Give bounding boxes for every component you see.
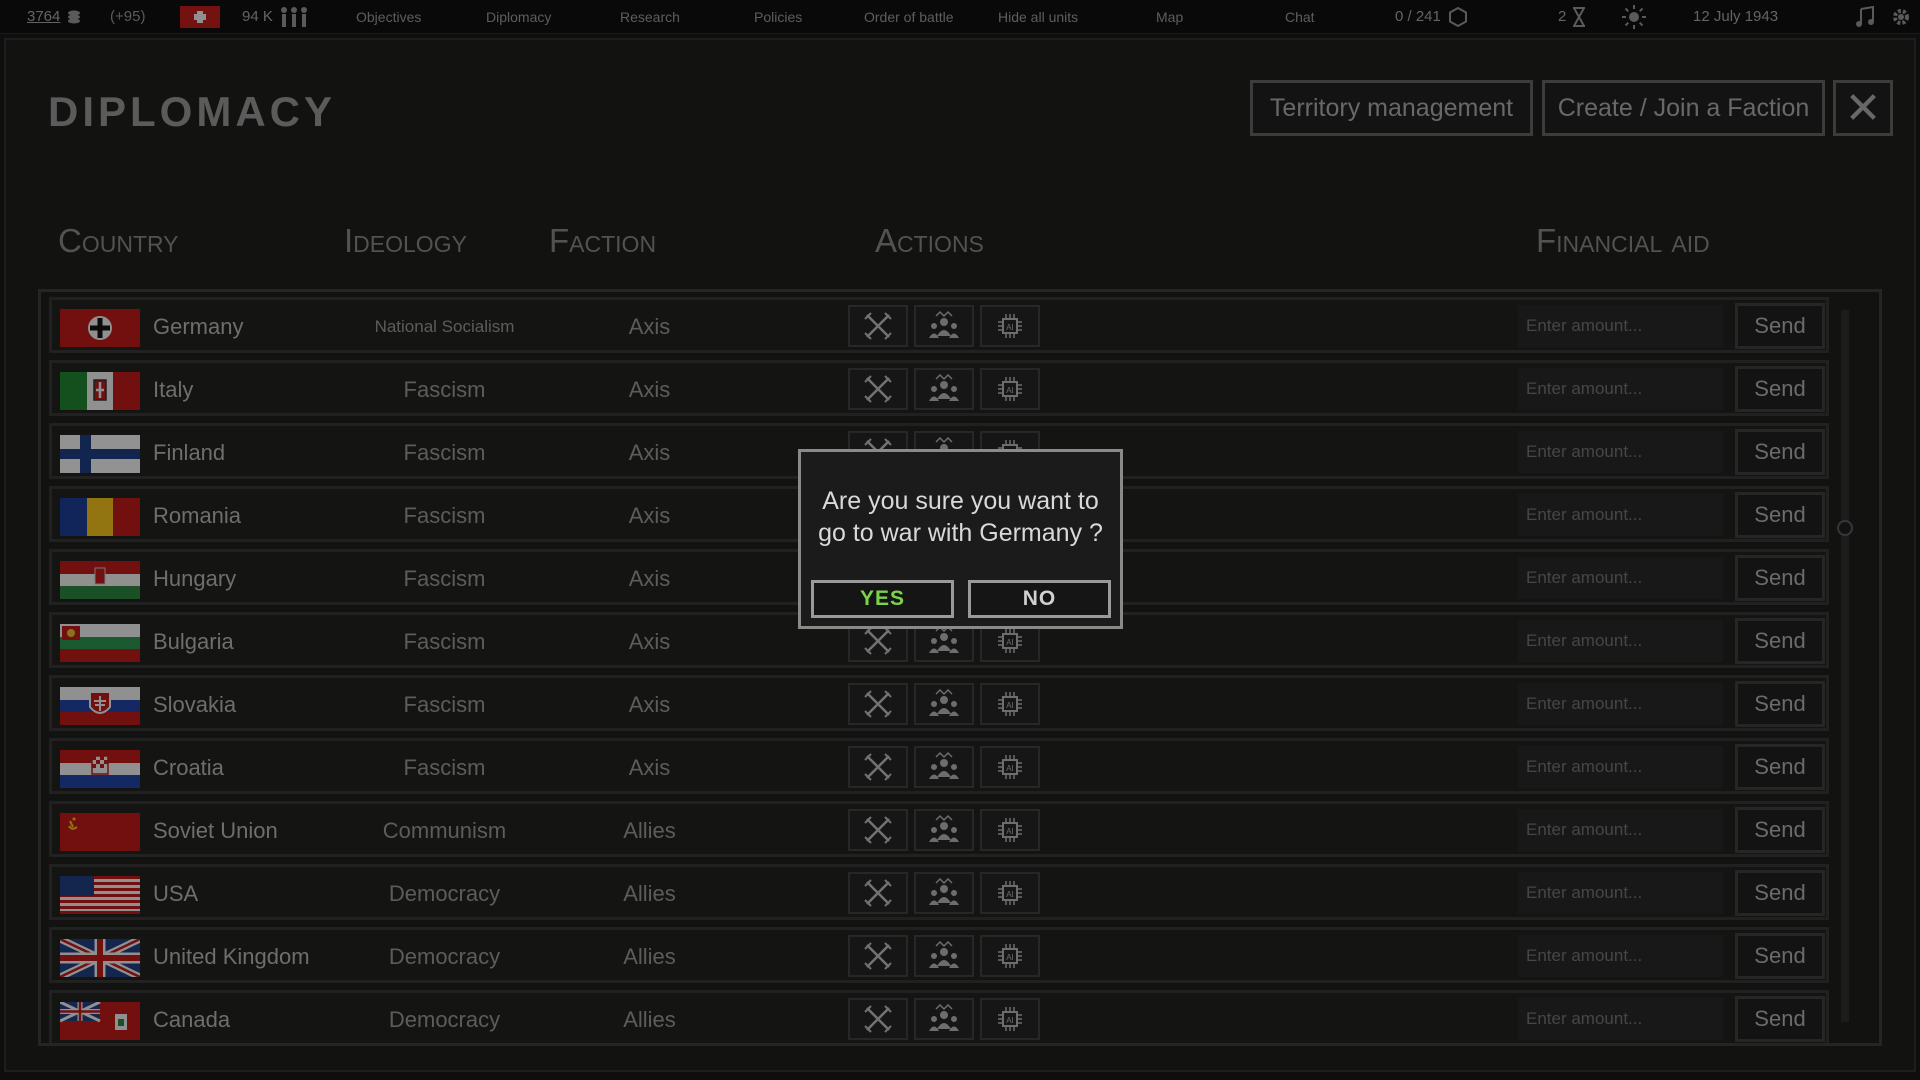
confirm-war-dialog: Are you sure you want to go to war with … (798, 449, 1123, 629)
no-button[interactable]: NO (968, 580, 1111, 618)
yes-button[interactable]: YES (811, 580, 954, 618)
dialog-message: Are you sure you want to go to war with … (818, 487, 1103, 547)
